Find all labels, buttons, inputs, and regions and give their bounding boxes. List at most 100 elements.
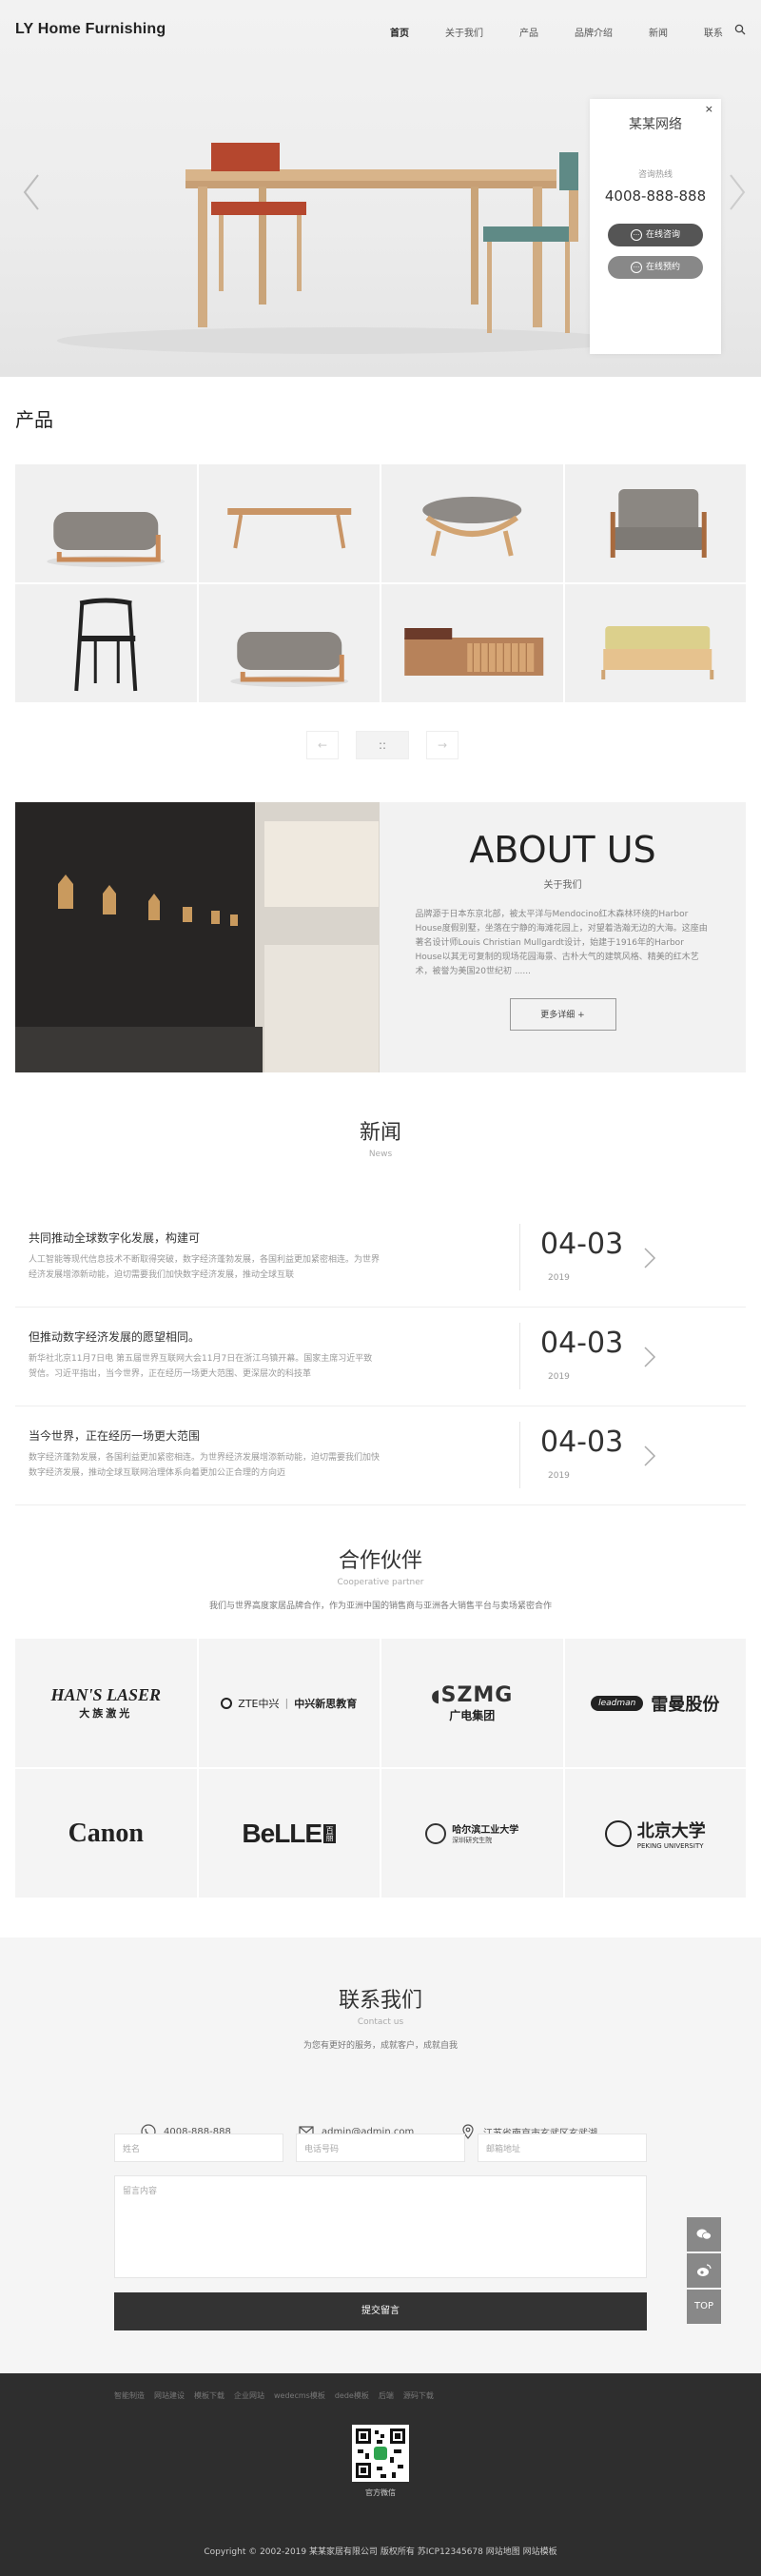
message-textarea[interactable]: 留言内容 bbox=[114, 2175, 647, 2278]
about-section: ABOUT US 关于我们 品牌源于日本东京北部，被太平洋与Mendocino红… bbox=[15, 802, 746, 1072]
news-header: 新闻 News bbox=[0, 1115, 761, 1159]
nav-products[interactable]: 产品 bbox=[519, 25, 538, 39]
news-item-title[interactable]: 共同推动全球数字化发展，构建可 bbox=[29, 1229, 200, 1246]
contact-subtitle: Contact us bbox=[357, 2017, 404, 2027]
online-reserve-button[interactable]: ··· 在线预约 bbox=[608, 256, 703, 279]
footer-link[interactable]: 智能制造 bbox=[114, 2390, 145, 2401]
product-item[interactable] bbox=[381, 464, 563, 582]
footer-link[interactable]: 模板下载 bbox=[194, 2390, 224, 2401]
nav-brand[interactable]: 品牌介绍 bbox=[575, 25, 613, 39]
chevron-right-icon[interactable] bbox=[643, 1346, 656, 1368]
news-item-year: 2019 bbox=[548, 1273, 570, 1283]
footer-link[interactable]: 网站建设 bbox=[154, 2390, 185, 2401]
news-item-desc: 新华社北京11月7日电 第五届世界互联网大会11月7日在浙江乌镇开幕。国家主席习… bbox=[29, 1354, 373, 1379]
hotline-label: 咨询热线 bbox=[637, 170, 673, 180]
partner-logo-subtext: 百丽 bbox=[323, 1823, 337, 1843]
back-to-top-button[interactable]: TOP bbox=[687, 2290, 721, 2324]
news-divider bbox=[519, 1224, 520, 1290]
chevron-right-icon[interactable] bbox=[643, 1247, 656, 1269]
news-item[interactable]: 但推动数字经济发展的愿望相同。 新华社北京11月7日电 第五届世界互联网大会11… bbox=[15, 1308, 746, 1406]
partner-logo-hans-laser[interactable]: HAN'S LASER 大族激光 bbox=[15, 1639, 197, 1767]
wechat-float-button[interactable] bbox=[687, 2217, 721, 2252]
online-reserve-label: 在线预约 bbox=[645, 263, 680, 272]
about-photo bbox=[15, 802, 380, 1072]
partner-logo-pku[interactable]: 北京大学 PEKING UNIVERSITY bbox=[564, 1769, 746, 1898]
product-item[interactable] bbox=[15, 464, 197, 582]
news-item[interactable]: 当今世界，正在经历一场更大范围 数字经济蓬勃发展，各国利益更加紧密相连。为世界经… bbox=[15, 1406, 746, 1505]
product-item[interactable] bbox=[15, 584, 197, 702]
product-item[interactable] bbox=[564, 584, 746, 702]
about-heading: ABOUT US bbox=[469, 829, 656, 871]
partner-logo-zte[interactable]: ZTE中兴 | 中兴新思教育 bbox=[198, 1639, 380, 1767]
partner-logo-subtext: 雷曼股份 bbox=[651, 1694, 720, 1715]
search-icon[interactable] bbox=[734, 24, 746, 35]
slider-prev-arrow-icon[interactable] bbox=[21, 173, 42, 211]
close-icon[interactable]: × bbox=[705, 103, 713, 115]
partner-logo-subtext: 广电集团 bbox=[449, 1708, 496, 1722]
consult-company: 某某网络 bbox=[629, 117, 682, 132]
news-item-desc: 数字经济蓬勃发展，各国利益更加紧密相连。为世界经济发展增添新动能，迫切需要我们加… bbox=[29, 1453, 380, 1478]
footer-link[interactable]: wedecms模板 bbox=[274, 2390, 325, 2401]
zte-logo-icon bbox=[221, 1697, 233, 1709]
weibo-float-button[interactable] bbox=[687, 2253, 721, 2288]
partner-logo-hit[interactable]: 哈尔滨工业大学 深圳研究生院 bbox=[381, 1769, 563, 1898]
partner-logo-subtext: 中兴新思教育 bbox=[294, 1697, 358, 1710]
product-item[interactable] bbox=[198, 584, 380, 702]
news-item-title[interactable]: 但推动数字经济发展的愿望相同。 bbox=[29, 1328, 200, 1345]
nav-contact[interactable]: 联系 bbox=[704, 25, 723, 39]
nav-about[interactable]: 关于我们 bbox=[445, 25, 483, 39]
pager-prev-button[interactable]: ← bbox=[306, 731, 339, 759]
online-consult-label: 在线咨询 bbox=[645, 230, 680, 240]
news-item[interactable]: 共同推动全球数字化发展，构建可 人工智能等现代信息技术不断取得突破，数字经济蓬勃… bbox=[15, 1209, 746, 1308]
about-more-button[interactable]: 更多详细 + bbox=[509, 998, 616, 1031]
pager-current[interactable]: :: bbox=[356, 731, 409, 759]
chat-icon: ··· bbox=[630, 261, 642, 273]
copyright: Copyright © 2002-2019 某某家居有限公司 版权所有 苏ICP… bbox=[204, 2547, 557, 2557]
pager-next-button[interactable]: → bbox=[426, 731, 459, 759]
partner-logo-subtext: 深圳研究生院 bbox=[452, 1837, 493, 1844]
partner-logo-belle[interactable]: BeLLE 百丽 bbox=[198, 1769, 380, 1898]
product-item[interactable] bbox=[198, 464, 380, 582]
about-text-panel: ABOUT US 关于我们 品牌源于日本东京北部，被太平洋与Mendocino红… bbox=[380, 802, 746, 1072]
news-item-title[interactable]: 当今世界，正在经历一场更大范围 bbox=[29, 1427, 200, 1444]
footer-link[interactable]: 后端 bbox=[379, 2390, 394, 2401]
news-title: 新闻 bbox=[359, 1121, 401, 1145]
product-item[interactable] bbox=[381, 584, 563, 702]
partner-grid: HAN'S LASER 大族激光 ZTE中兴 | 中兴新思教育 ◖SZMG 广电… bbox=[15, 1639, 746, 1898]
email-input[interactable]: 邮箱地址 bbox=[478, 2134, 647, 2162]
name-input[interactable]: 姓名 bbox=[114, 2134, 283, 2162]
footer-link[interactable]: 企业网站 bbox=[234, 2390, 264, 2401]
online-consult-button[interactable]: ··· 在线咨询 bbox=[608, 224, 703, 246]
footer-link[interactable]: 源码下载 bbox=[403, 2390, 434, 2401]
footer-links: 智能制造 网站建设 模板下载 企业网站 wedecms模板 dede模板 后端 … bbox=[114, 2390, 443, 2401]
news-subtitle: News bbox=[368, 1150, 393, 1159]
hit-seal-icon bbox=[425, 1822, 447, 1844]
product-pager: ← :: → bbox=[306, 731, 476, 759]
partners-title: 合作伙伴 bbox=[338, 1549, 422, 1573]
partner-logo-canon[interactable]: Canon bbox=[15, 1769, 197, 1898]
news-divider bbox=[519, 1422, 520, 1488]
partners-header: 合作伙伴 Cooperative partner 我们与世界高度家居品牌合作，作… bbox=[0, 1544, 761, 1611]
news-item-date: 04-03 bbox=[540, 1426, 624, 1459]
partner-logo-text: leadman bbox=[591, 1695, 644, 1711]
nav-home[interactable]: 首页 bbox=[390, 25, 409, 39]
chat-icon: ··· bbox=[630, 228, 642, 241]
chevron-right-icon[interactable] bbox=[643, 1445, 656, 1467]
weibo-icon bbox=[697, 2264, 712, 2276]
page: LY Home Furnishing 首页 关于我们 产品 品牌介绍 新闻 联系… bbox=[0, 0, 761, 2576]
partner-logo-leadman[interactable]: leadman 雷曼股份 bbox=[564, 1639, 746, 1767]
wechat-icon bbox=[696, 2229, 712, 2240]
product-item[interactable] bbox=[564, 464, 746, 582]
consult-panel: × 某某网络 咨询热线 4008-888-888 ··· 在线咨询 ··· 在线预约 bbox=[590, 99, 721, 354]
site-logo[interactable]: LY Home Furnishing bbox=[15, 21, 166, 38]
news-item-desc: 人工智能等现代信息技术不断取得突破，数字经济蓬勃发展，各国利益更加紧密相连。为世… bbox=[29, 1255, 380, 1280]
footer-link[interactable]: dede模板 bbox=[335, 2390, 369, 2401]
partner-logo-text: HAN'S LASER bbox=[50, 1685, 162, 1704]
pku-seal-icon bbox=[604, 1819, 632, 1847]
partner-logo-szmg[interactable]: ◖SZMG 广电集团 bbox=[381, 1639, 563, 1767]
phone-input[interactable]: 电话号码 bbox=[296, 2134, 465, 2162]
nav-news[interactable]: 新闻 bbox=[649, 25, 668, 39]
submit-message-button[interactable]: 提交留言 bbox=[114, 2292, 647, 2330]
slider-next-arrow-icon[interactable] bbox=[727, 173, 748, 211]
product-grid bbox=[15, 464, 746, 702]
